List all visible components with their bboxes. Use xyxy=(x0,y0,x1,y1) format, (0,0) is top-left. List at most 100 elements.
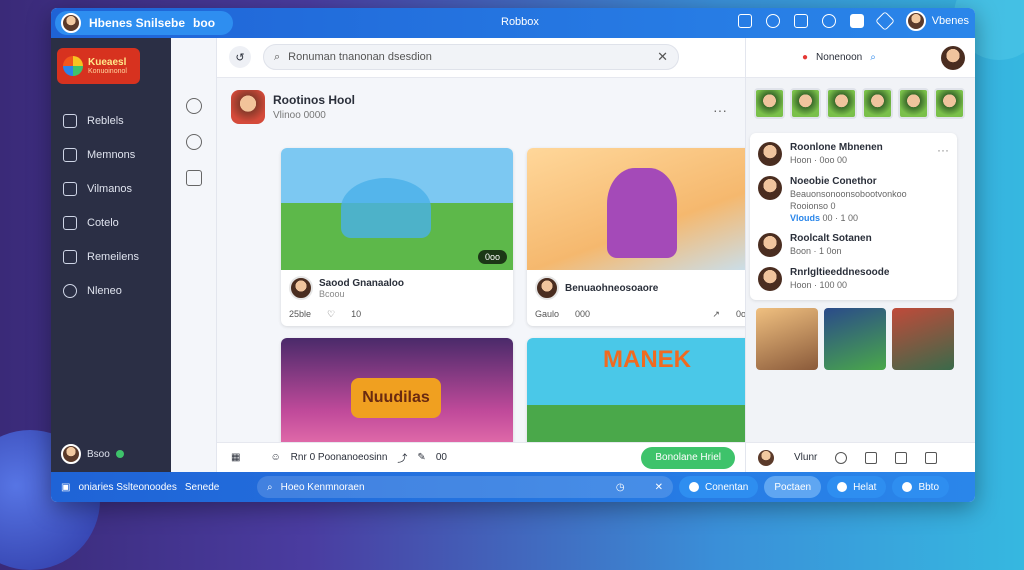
avatar xyxy=(758,233,782,257)
list-item[interactable]: Roolcalt Sotanen Boon · 1 0on xyxy=(758,228,949,262)
app-title-pill[interactable]: Hbenes Snilsebe boo xyxy=(55,11,233,35)
share-icon[interactable]: ↗ xyxy=(712,309,720,320)
sidebar-item-1[interactable]: Reblels xyxy=(51,104,171,138)
titlebar-user[interactable]: Vbenes xyxy=(905,11,969,31)
sidebar-user[interactable]: Bsoo xyxy=(61,444,124,464)
avatar xyxy=(535,276,559,300)
story-thumbnail[interactable] xyxy=(754,88,785,119)
post-image[interactable]: 0oo xyxy=(281,148,513,270)
friend-status: Boon · 1 0on xyxy=(790,246,842,256)
calendar-icon[interactable]: ▦ xyxy=(231,452,240,463)
more-options-icon[interactable]: ··· xyxy=(713,102,727,118)
story-thumbnail[interactable] xyxy=(826,88,857,119)
more-options-icon[interactable]: ··· xyxy=(937,143,949,157)
sidebar-item-6[interactable]: Nleneo xyxy=(51,274,171,308)
search-input[interactable]: ⌕ Ronuman tnanonan dsesdion ✕ xyxy=(263,44,679,70)
document-icon[interactable] xyxy=(737,14,752,28)
heart-icon[interactable] xyxy=(821,14,836,28)
right-panel: ● Nonenoon ⌕ Roonlone Mbnenen Hoon · 0oo… xyxy=(745,38,975,472)
globe-icon xyxy=(63,284,77,298)
stories-row xyxy=(746,78,975,119)
gallery-photo[interactable] xyxy=(892,308,954,370)
sidebar-item-4[interactable]: Cotelo xyxy=(51,206,171,240)
avatar xyxy=(289,276,313,300)
sidebar-user-name: Bsoo xyxy=(87,448,110,460)
story-thumbnail[interactable] xyxy=(898,88,929,119)
post-image[interactable] xyxy=(527,148,745,270)
image-art xyxy=(607,168,677,258)
like-icon[interactable]: ♡ xyxy=(327,309,335,320)
clock-icon[interactable]: ◷ xyxy=(616,482,625,493)
post-stat: 0oo xyxy=(735,309,745,319)
taskbar-search-input[interactable]: ⌕ Hoeo Kenmnoraen ◷ ✕ xyxy=(257,476,673,498)
refresh-icon[interactable] xyxy=(185,134,202,150)
right-panel-footer: Vlunr xyxy=(746,442,975,472)
chat-icon[interactable] xyxy=(925,451,938,464)
thumbs-up-icon[interactable] xyxy=(865,451,878,464)
bookmark-icon[interactable] xyxy=(849,14,864,28)
circle-icon[interactable] xyxy=(185,98,202,114)
avatar xyxy=(61,444,81,464)
avatar xyxy=(758,176,782,200)
profile-avatar xyxy=(61,13,81,33)
search-value: Ronuman tnanonan dsesdion xyxy=(288,51,432,63)
story-thumbnail[interactable] xyxy=(862,88,893,119)
friend-name: Rnrlgltieeddnesoode xyxy=(790,267,890,278)
post-card[interactable]: MANEK xyxy=(527,338,745,442)
gallery-photo[interactable] xyxy=(824,308,886,370)
friend-link[interactable]: Vlouds xyxy=(790,213,820,223)
taskbar-pill-3[interactable]: Helat xyxy=(827,476,887,498)
post-card[interactable]: Benuaohneosoaore Gaulo 000 ↗ 0oo xyxy=(527,148,745,326)
search-icon: ⌕ xyxy=(274,50,281,63)
post-card[interactable]: 0oo Saood Gnanaaloo Bcoou 25ble ♡ 10 xyxy=(281,148,513,326)
pill-label: Poctaen xyxy=(774,481,812,493)
post-stat: 10 xyxy=(351,309,362,319)
home-icon[interactable] xyxy=(793,14,808,28)
close-icon[interactable]: ✕ xyxy=(655,482,663,493)
taskbar-search-placeholder: Hoeo Kenmnoraen xyxy=(280,481,365,493)
link-icon[interactable]: ⤴ xyxy=(397,450,407,465)
edit-icon[interactable]: ✎ xyxy=(417,452,425,463)
logo-subtitle: Konuoinonol xyxy=(88,67,127,75)
gallery-photo[interactable] xyxy=(756,308,818,370)
titlebar-icons: Vbenes xyxy=(737,11,969,31)
back-button[interactable]: ↺ xyxy=(229,46,251,68)
post-subtitle: Bcoou xyxy=(319,288,345,299)
app-logo[interactable]: Kueaesl Konuoinonol xyxy=(57,48,140,84)
post-image[interactable]: Nuudilas xyxy=(281,338,513,442)
taskbar-pill-4[interactable]: Bbto xyxy=(892,476,950,498)
friend-name: Roonlone Mbnenen xyxy=(790,142,883,153)
taskbar-label: oniaries Sslteonoodes xyxy=(78,481,177,493)
taskbar-pill-2[interactable]: Poctaen xyxy=(764,476,822,498)
list-item[interactable]: Noeobie Conethor Beauonsonoonsobootvonko… xyxy=(758,171,949,228)
app-title: Hbenes Snilsebe xyxy=(89,16,186,30)
taskbar-pill-1[interactable]: Conentan xyxy=(679,476,759,498)
story-thumbnail[interactable] xyxy=(790,88,821,119)
pill-label: Conentan xyxy=(705,481,749,493)
bookmark-icon[interactable] xyxy=(895,451,908,464)
star-icon[interactable] xyxy=(185,170,202,186)
post-card[interactable]: Nuudilas xyxy=(281,338,513,442)
list-item[interactable]: Rnrlgltieeddnesoode Hoon · 100 00 xyxy=(758,262,949,296)
primary-action-button[interactable]: Bonolane Hriel xyxy=(641,446,735,469)
right-panel-header: ● Nonenoon ⌕ xyxy=(746,38,975,78)
bell-icon[interactable] xyxy=(765,14,780,28)
list-item[interactable]: Roonlone Mbnenen Hoon · 0oo 00 ··· xyxy=(758,137,949,171)
circle-icon[interactable] xyxy=(835,451,848,464)
sidebar-item-5[interactable]: Remeilens xyxy=(51,240,171,274)
search-icon[interactable]: ⌕ xyxy=(870,52,876,63)
avatar[interactable] xyxy=(941,45,965,70)
sidebar-item-2[interactable]: Memnons xyxy=(51,138,171,172)
search-row: ↺ ⌕ Ronuman tnanonan dsesdion ✕ xyxy=(217,38,745,78)
clear-search-icon[interactable]: ✕ xyxy=(657,49,668,65)
diamond-icon[interactable] xyxy=(874,11,895,31)
menu-icon[interactable]: ▣ xyxy=(61,482,70,493)
sidebar-item-3[interactable]: Vilmanos xyxy=(51,172,171,206)
story-thumbnail[interactable] xyxy=(934,88,965,119)
pill-label: Helat xyxy=(853,481,877,493)
notification-icon[interactable]: ● xyxy=(802,52,808,63)
icon-rail xyxy=(171,38,217,472)
post-image[interactable]: MANEK xyxy=(527,338,745,442)
friend-status: Hoon · 100 00 xyxy=(790,280,848,290)
reaction-icon[interactable]: ☺ xyxy=(270,452,280,463)
